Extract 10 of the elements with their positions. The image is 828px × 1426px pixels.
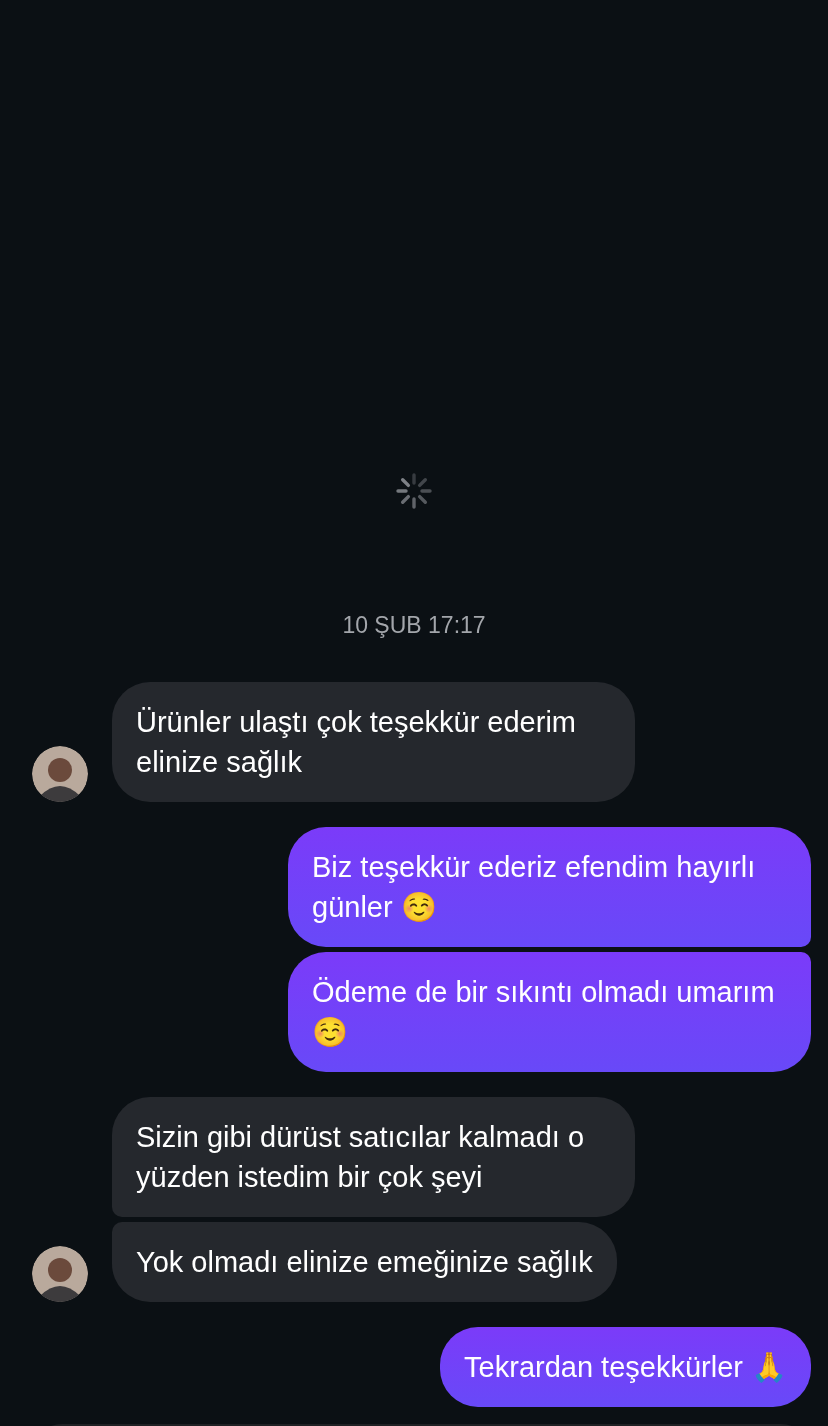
message-bubble: Ürünler ulaştı çok teşekkür ederim elinize sağlık [112, 682, 635, 802]
message-bubble: Yok olmadı elinize emeğinize sağlık [112, 1222, 617, 1302]
loading-spinner-icon [394, 471, 434, 511]
date-timestamp: 10 ŞUB 17:17 [342, 611, 486, 639]
message-bubble: Sizin gibi dürüst satıcılar kalmadı o yüzden istedim bir çok şeyi [112, 1097, 635, 1217]
message-bubble: Tekrardan teşekkürler 🙏 [440, 1327, 811, 1407]
message-bubble: Biz teşekkür ederiz efendim hayırlı günler ☺ [288, 827, 811, 947]
avatar[interactable] [32, 1246, 88, 1302]
message-bubble: Ödeme de bir sıkıntı olmadı umarım ☺ [288, 952, 811, 1072]
avatar[interactable] [32, 746, 88, 802]
